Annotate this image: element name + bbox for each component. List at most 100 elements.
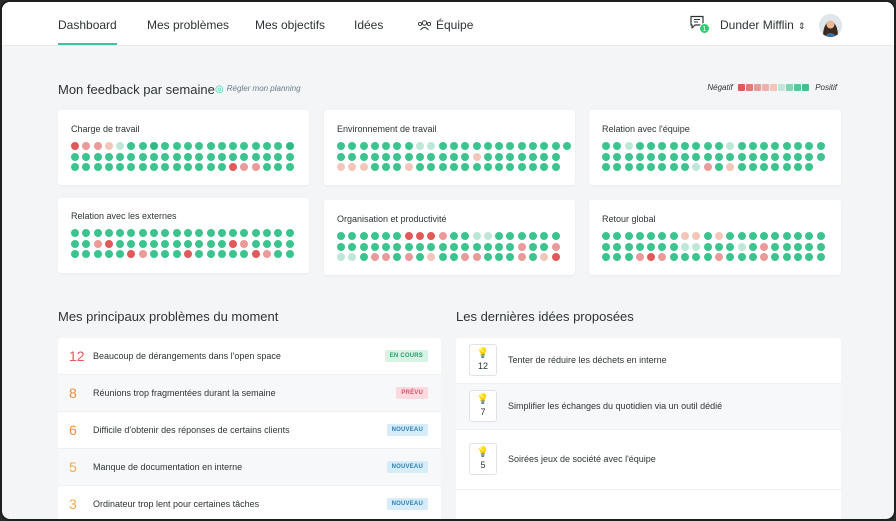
feedback-dot[interactable] xyxy=(681,242,690,251)
feedback-dot[interactable] xyxy=(703,163,712,171)
feedback-dot[interactable] xyxy=(427,163,436,171)
feedback-dot[interactable] xyxy=(669,152,678,161)
feedback-dot[interactable] xyxy=(714,163,723,171)
feedback-dot[interactable] xyxy=(613,242,622,251)
feedback-dot[interactable] xyxy=(771,142,780,150)
feedback-dot[interactable] xyxy=(816,242,825,251)
feedback-dot[interactable] xyxy=(229,142,238,150)
feedback-dot[interactable] xyxy=(748,142,757,150)
feedback-dot[interactable] xyxy=(737,242,746,251)
feedback-dot[interactable] xyxy=(529,242,538,251)
problem-row[interactable]: 12 Beaucoup de dérangements dans l'open s… xyxy=(58,338,441,375)
feedback-dot[interactable] xyxy=(681,232,690,240)
feedback-dot[interactable] xyxy=(359,163,368,171)
feedback-dot[interactable] xyxy=(127,229,136,237)
feedback-dot[interactable] xyxy=(285,152,294,161)
feedback-dot[interactable] xyxy=(217,142,226,150)
feedback-dot[interactable] xyxy=(540,163,549,171)
feedback-dot[interactable] xyxy=(692,253,701,261)
feedback-dot[interactable] xyxy=(613,152,622,161)
feedback-dot[interactable] xyxy=(138,229,147,237)
feedback-card[interactable]: Retour global xyxy=(589,200,841,275)
feedback-dot[interactable] xyxy=(438,253,447,261)
feedback-dot[interactable] xyxy=(337,232,345,240)
feedback-dot[interactable] xyxy=(495,142,504,150)
feedback-dot[interactable] xyxy=(348,152,357,161)
feedback-dot[interactable] xyxy=(714,152,723,161)
feedback-dot[interactable] xyxy=(172,229,181,237)
feedback-dot[interactable] xyxy=(359,232,368,240)
feedback-dot[interactable] xyxy=(771,163,780,171)
feedback-dot[interactable] xyxy=(71,250,79,258)
feedback-dot[interactable] xyxy=(337,142,345,150)
feedback-dot[interactable] xyxy=(337,253,345,261)
feedback-dot[interactable] xyxy=(229,239,238,248)
feedback-dot[interactable] xyxy=(624,142,633,150)
feedback-dot[interactable] xyxy=(172,152,181,161)
feedback-dot[interactable] xyxy=(681,142,690,150)
feedback-dot[interactable] xyxy=(127,142,136,150)
feedback-dot[interactable] xyxy=(658,152,667,161)
feedback-dot[interactable] xyxy=(71,229,79,237)
feedback-card[interactable]: Relation avec l'équipe xyxy=(589,110,841,185)
feedback-dot[interactable] xyxy=(782,253,791,261)
feedback-dot[interactable] xyxy=(635,163,644,171)
feedback-dot[interactable] xyxy=(472,242,481,251)
feedback-dot[interactable] xyxy=(348,253,357,261)
feedback-dot[interactable] xyxy=(370,142,379,150)
feedback-dot[interactable] xyxy=(370,253,379,261)
feedback-dot[interactable] xyxy=(540,152,549,161)
feedback-dot[interactable] xyxy=(624,152,633,161)
feedback-dot[interactable] xyxy=(150,142,159,150)
feedback-dot[interactable] xyxy=(161,239,170,248)
idea-row[interactable]: 💡 12 Tenter de réduire les déchets en inte… xyxy=(456,338,841,384)
feedback-dot[interactable] xyxy=(472,163,481,171)
feedback-dot[interactable] xyxy=(748,152,757,161)
feedback-dot[interactable] xyxy=(348,242,357,251)
feedback-dot[interactable] xyxy=(771,152,780,161)
feedback-dot[interactable] xyxy=(805,142,814,150)
feedback-dot[interactable] xyxy=(737,253,746,261)
feedback-dot[interactable] xyxy=(551,163,560,171)
feedback-dot[interactable] xyxy=(183,250,192,258)
feedback-dot[interactable] xyxy=(540,253,549,261)
feedback-dot[interactable] xyxy=(183,239,192,248)
feedback-dot[interactable] xyxy=(506,242,515,251)
feedback-dot[interactable] xyxy=(240,152,249,161)
feedback-dot[interactable] xyxy=(263,152,272,161)
feedback-dot[interactable] xyxy=(692,163,701,171)
feedback-dot[interactable] xyxy=(370,163,379,171)
feedback-dot[interactable] xyxy=(483,253,492,261)
feedback-dot[interactable] xyxy=(138,250,147,258)
feedback-dot[interactable] xyxy=(529,232,538,240)
feedback-dot[interactable] xyxy=(495,152,504,161)
feedback-dot[interactable] xyxy=(438,142,447,150)
feedback-dot[interactable] xyxy=(816,152,825,161)
feedback-dot[interactable] xyxy=(635,232,644,240)
feedback-dot[interactable] xyxy=(794,163,803,171)
idea-row[interactable]: 💡 7 Simplifier les échanges du quotidien v… xyxy=(456,384,841,430)
feedback-dot[interactable] xyxy=(116,239,125,248)
feedback-dot[interactable] xyxy=(93,229,102,237)
feedback-dot[interactable] xyxy=(382,242,391,251)
feedback-dot[interactable] xyxy=(172,142,181,150)
feedback-dot[interactable] xyxy=(382,152,391,161)
feedback-dot[interactable] xyxy=(127,163,136,171)
feedback-dot[interactable] xyxy=(138,152,147,161)
feedback-dot[interactable] xyxy=(161,152,170,161)
feedback-dot[interactable] xyxy=(714,232,723,240)
feedback-dot[interactable] xyxy=(748,242,757,251)
feedback-dot[interactable] xyxy=(737,142,746,150)
feedback-dot[interactable] xyxy=(359,142,368,150)
feedback-dot[interactable] xyxy=(771,232,780,240)
feedback-dot[interactable] xyxy=(602,242,610,251)
feedback-dot[interactable] xyxy=(794,232,803,240)
feedback-dot[interactable] xyxy=(517,253,526,261)
messages-button[interactable]: 1 xyxy=(689,15,710,35)
feedback-dot[interactable] xyxy=(461,232,470,240)
feedback-dot[interactable] xyxy=(669,232,678,240)
problem-row[interactable]: 5 Manque de documentation en interne NOUVE… xyxy=(58,449,441,486)
feedback-dot[interactable] xyxy=(692,242,701,251)
feedback-dot[interactable] xyxy=(771,253,780,261)
feedback-dot[interactable] xyxy=(540,232,549,240)
